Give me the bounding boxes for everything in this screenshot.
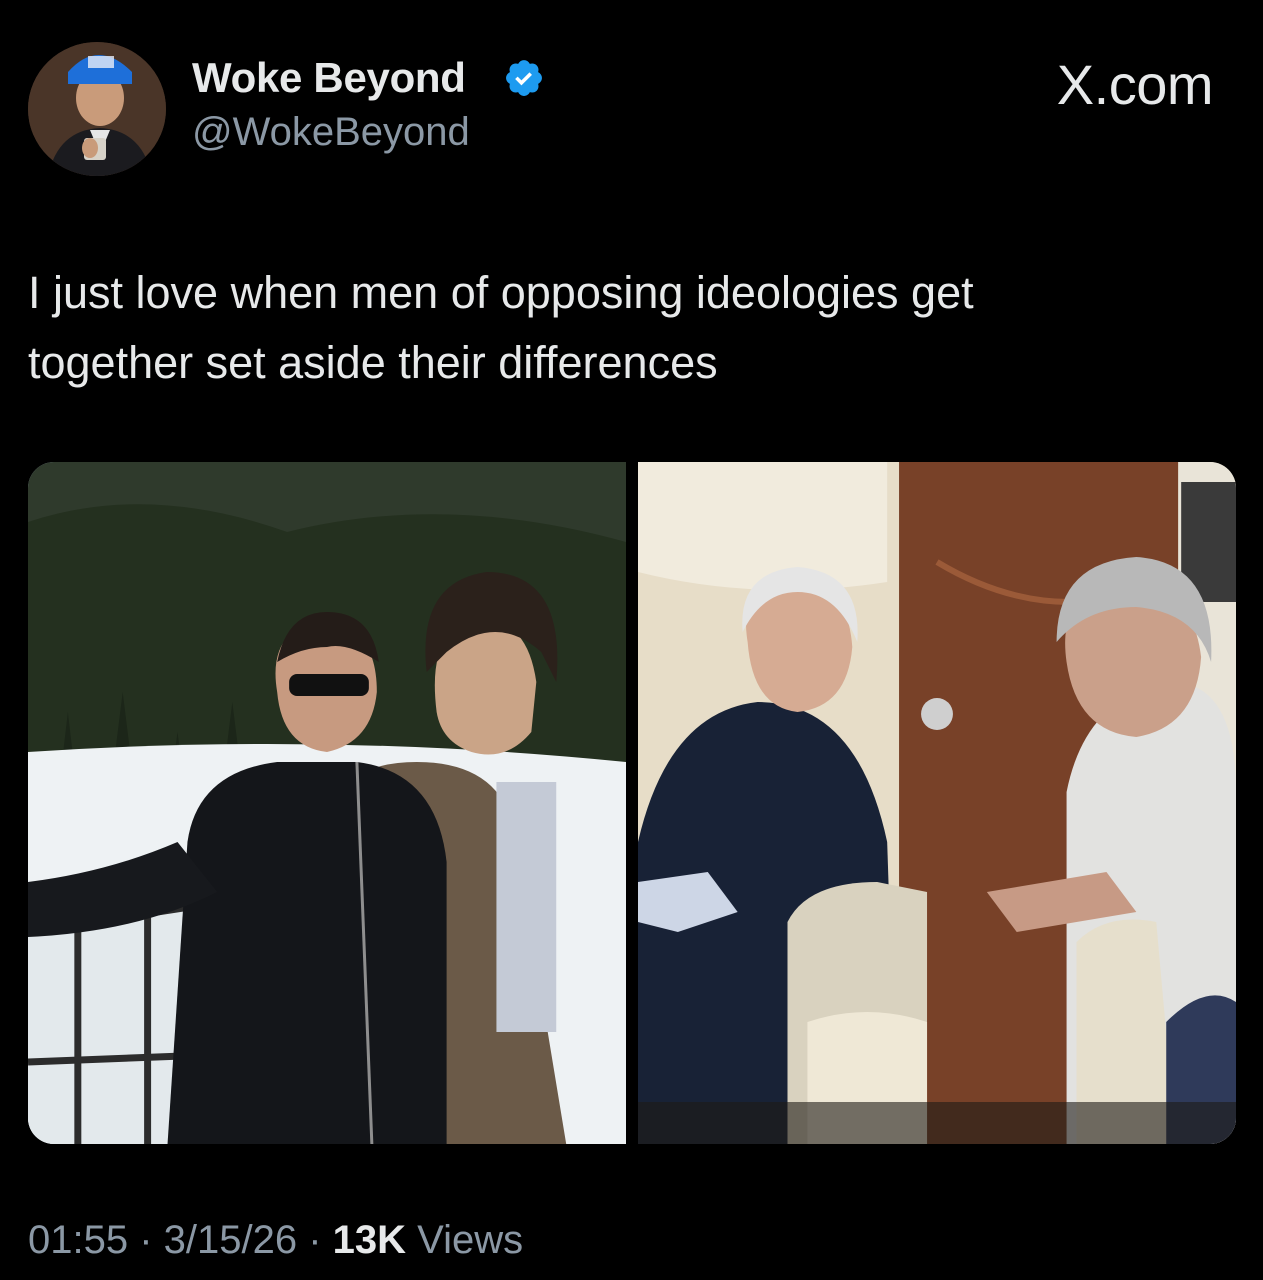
- author-display-name[interactable]: Woke Beyond: [192, 54, 466, 102]
- site-watermark: X.com: [1056, 53, 1214, 116]
- post-date[interactable]: 3/15/26: [164, 1218, 297, 1262]
- profile-photo-icon: [28, 42, 166, 176]
- avatar[interactable]: [28, 42, 166, 176]
- post-meta: 01:55 · 3/15/26 · 13K Views: [28, 1218, 523, 1263]
- post-text: I just love when men of opposing ideolog…: [28, 267, 974, 388]
- post-media: [28, 462, 1236, 1144]
- meta-separator: ·: [297, 1218, 333, 1262]
- photo-left[interactable]: [28, 462, 626, 1144]
- verified-badge-icon: [506, 60, 542, 96]
- photo-two-men-seated-private-jet-cabin: [638, 462, 1236, 1144]
- photo-two-men-snowy-mountain-balcony: [28, 462, 626, 1144]
- meta-separator: ·: [128, 1218, 164, 1262]
- author-handle[interactable]: @WokeBeyond: [192, 110, 470, 155]
- views-label: Views: [406, 1218, 524, 1262]
- photo-right[interactable]: [638, 462, 1236, 1144]
- views-count: 13K: [332, 1218, 407, 1262]
- post-time[interactable]: 01:55: [28, 1218, 128, 1262]
